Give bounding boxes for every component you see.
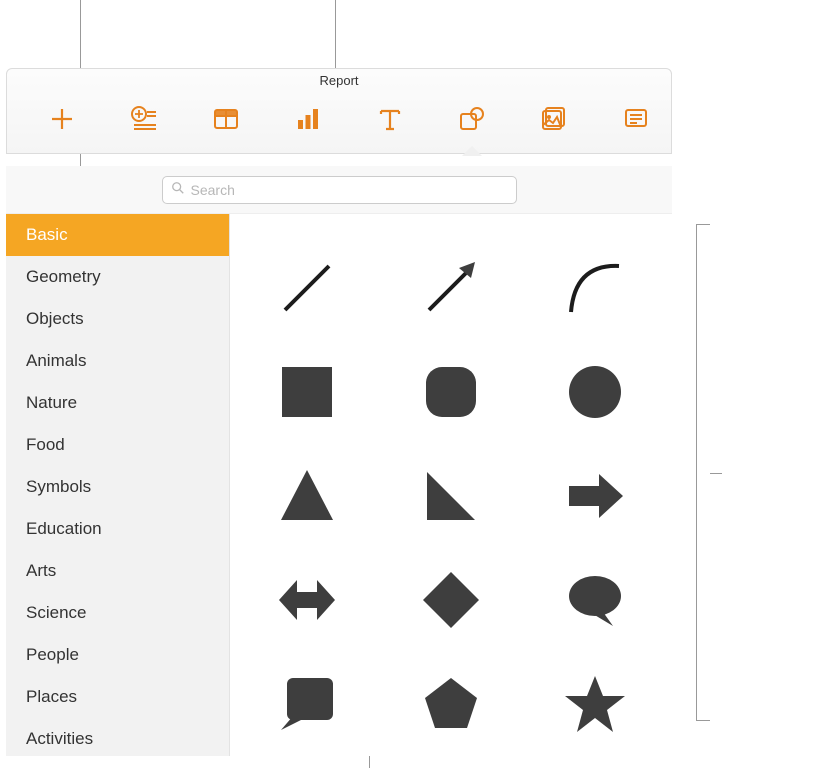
sidebar-item-education[interactable]: Education <box>6 508 229 550</box>
sidebar-item-label: Arts <box>26 561 56 581</box>
sidebar-item-science[interactable]: Science <box>6 592 229 634</box>
sidebar-item-label: People <box>26 645 79 665</box>
shape-circle[interactable] <box>560 357 630 427</box>
shape-right-arrow[interactable] <box>560 461 630 531</box>
sidebar-item-label: Nature <box>26 393 77 413</box>
comment-icon <box>622 105 650 138</box>
sidebar-item-places[interactable]: Places <box>6 676 229 718</box>
shape-speech-bubble[interactable] <box>560 565 630 635</box>
sidebar-item-label: Food <box>26 435 65 455</box>
sidebar-item-label: Places <box>26 687 77 707</box>
shape-star[interactable] <box>560 669 630 739</box>
shape-triangle[interactable] <box>272 461 342 531</box>
sidebar-item-label: Symbols <box>26 477 91 497</box>
media-icon <box>540 105 568 138</box>
table-icon <box>212 105 240 138</box>
comment-button[interactable] <box>620 101 652 141</box>
search-bar: Search <box>6 166 672 214</box>
text-icon <box>376 105 404 138</box>
sidebar-item-basic[interactable]: Basic <box>6 214 229 256</box>
add-list-button[interactable] <box>128 101 160 141</box>
search-input[interactable]: Search <box>162 176 517 204</box>
sidebar-item-label: Activities <box>26 729 93 749</box>
shape-double-arrow[interactable] <box>272 565 342 635</box>
shape-curve[interactable] <box>560 253 630 323</box>
shape-line[interactable] <box>272 253 342 323</box>
media-button[interactable] <box>538 101 570 141</box>
app-window: Report <box>6 68 672 154</box>
add-list-icon <box>130 105 158 138</box>
sidebar-item-symbols[interactable]: Symbols <box>6 466 229 508</box>
shape-arrow-line[interactable] <box>416 253 486 323</box>
chart-button[interactable] <box>292 101 324 141</box>
add-icon <box>48 105 76 138</box>
text-button[interactable] <box>374 101 406 141</box>
sidebar-item-food[interactable]: Food <box>6 424 229 466</box>
sidebar-item-activities[interactable]: Activities <box>6 718 229 756</box>
add-button[interactable] <box>46 101 78 141</box>
sidebar-item-objects[interactable]: Objects <box>6 298 229 340</box>
shape-button[interactable] <box>456 101 488 141</box>
sidebar-item-label: Objects <box>26 309 84 329</box>
search-placeholder: Search <box>191 182 235 198</box>
sidebar-item-people[interactable]: People <box>6 634 229 676</box>
sidebar-item-label: Animals <box>26 351 86 371</box>
shape-right-triangle[interactable] <box>416 461 486 531</box>
callout-bracket <box>696 224 710 721</box>
sidebar-item-label: Science <box>26 603 86 623</box>
sidebar-item-label: Education <box>26 519 102 539</box>
category-sidebar: Basic Geometry Objects Animals Nature Fo… <box>6 214 230 756</box>
shape-pentagon[interactable] <box>416 669 486 739</box>
sidebar-item-arts[interactable]: Arts <box>6 550 229 592</box>
search-icon <box>171 181 185 198</box>
sidebar-item-label: Geometry <box>26 267 101 287</box>
shape-square[interactable] <box>272 357 342 427</box>
sidebar-item-geometry[interactable]: Geometry <box>6 256 229 298</box>
shapes-popover: Search Basic Geometry Objects Animals Na… <box>6 166 672 756</box>
sidebar-item-nature[interactable]: Nature <box>6 382 229 424</box>
shape-icon <box>458 105 486 138</box>
shapes-grid <box>230 214 672 756</box>
chart-icon <box>294 105 322 138</box>
shape-diamond[interactable] <box>416 565 486 635</box>
sidebar-item-label: Basic <box>26 225 68 245</box>
shape-rounded-square[interactable] <box>416 357 486 427</box>
sidebar-item-animals[interactable]: Animals <box>6 340 229 382</box>
table-button[interactable] <box>210 101 242 141</box>
shape-callout-left[interactable] <box>272 669 342 739</box>
window-title: Report <box>7 69 671 93</box>
toolbar <box>7 93 671 149</box>
